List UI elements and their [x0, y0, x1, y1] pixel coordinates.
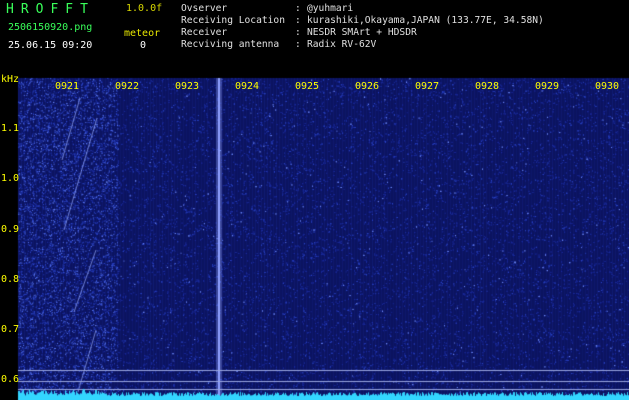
info-value-location: kurashiki,Okayama,JAPAN (133.77E, 34.58N…: [307, 15, 544, 26]
freq-tick-label: 0.7: [1, 324, 20, 335]
info-separator: :: [295, 3, 301, 14]
time-tick-label: 0929: [535, 81, 560, 92]
capture-datetime: 25.06.15 09:20: [8, 40, 93, 51]
time-tick-label: 0925: [295, 81, 320, 92]
info-label-location: Receiving Location: [181, 15, 285, 26]
info-value-antenna: Radix RV-62V: [307, 39, 377, 50]
info-value-observer: @yuhmari: [307, 3, 354, 14]
time-tick-label: 0927: [415, 81, 440, 92]
time-tick-label: 0928: [475, 81, 500, 92]
freq-tick-label: 0.6: [1, 374, 20, 385]
info-label-antenna: Recviving antenna: [181, 39, 280, 50]
meteor-label: meteor: [124, 28, 161, 39]
info-label-observer: Ovserver: [181, 3, 228, 14]
time-tick-label: 0921: [55, 81, 80, 92]
meteor-count: 0: [140, 40, 147, 51]
time-tick-label: 0922: [115, 81, 140, 92]
time-tick-label: 0924: [235, 81, 260, 92]
waterfall-spectrogram: [0, 0, 629, 400]
image-filename: 2506150920.png: [8, 22, 93, 33]
freq-tick-label: 0.8: [1, 274, 20, 285]
freq-unit-label: kHz: [1, 74, 20, 85]
time-tick-label: 0926: [355, 81, 380, 92]
time-tick-label: 0923: [175, 81, 200, 92]
freq-tick-label: 1.1: [1, 123, 20, 134]
time-tick-label: 0930: [595, 81, 620, 92]
freq-tick-label: 0.9: [1, 224, 20, 235]
info-separator: :: [295, 39, 301, 50]
hrofft-window: HROFFT 1.0.0f 2506150920.png meteor 25.0…: [0, 0, 629, 400]
info-value-receiver: NESDR SMArt + HDSDR: [307, 27, 417, 38]
info-separator: :: [295, 15, 301, 26]
app-version: 1.0.0f: [126, 3, 163, 14]
freq-tick-label: 1.0: [1, 173, 20, 184]
info-separator: :: [295, 27, 301, 38]
app-name: HROFFT: [6, 2, 95, 17]
info-label-receiver: Receiver: [181, 27, 228, 38]
